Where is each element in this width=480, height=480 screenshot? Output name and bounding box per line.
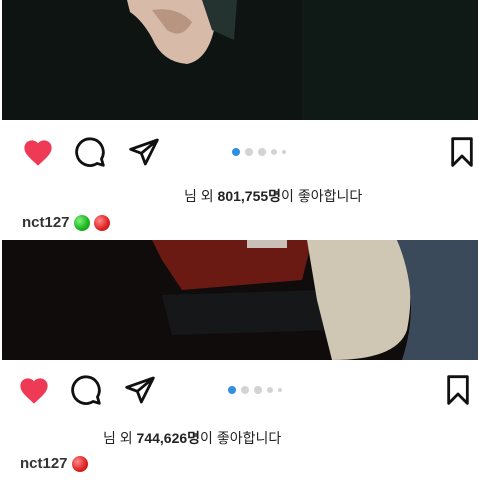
likes-prefix: 님 외 [184, 188, 218, 204]
carousel-dot [271, 149, 277, 155]
carousel-indicator [228, 386, 282, 394]
red-circle-icon [93, 214, 110, 231]
green-circle-icon [73, 214, 90, 231]
carousel-dot [254, 386, 262, 394]
carousel-dot [278, 388, 282, 392]
post-1-caption: nct127 [22, 214, 110, 231]
likes-suffix: 이 좋아합니다 [200, 430, 282, 446]
bookmark-icon[interactable] [442, 132, 480, 172]
carousel-indicator [232, 148, 286, 156]
username[interactable]: nct127 [22, 214, 70, 231]
carousel-dot [232, 148, 240, 156]
carousel-dot [245, 148, 253, 156]
likes-prefix: 님 외 [103, 430, 137, 446]
post-1-photo[interactable] [2, 0, 478, 120]
likes-suffix: 이 좋아합니다 [281, 188, 363, 204]
carousel-dot [282, 150, 286, 154]
heart-icon[interactable] [18, 132, 58, 172]
send-icon[interactable] [120, 370, 160, 410]
post-2-caption: nct127 [20, 455, 88, 472]
carousel-dot [258, 148, 266, 156]
post-2-image [2, 240, 478, 360]
comment-icon[interactable] [70, 132, 110, 172]
comment-icon[interactable] [66, 370, 106, 410]
username[interactable]: nct127 [20, 455, 68, 472]
post-1-action-bar [0, 132, 480, 178]
bookmark-icon[interactable] [438, 370, 478, 410]
post-1-image [2, 0, 478, 120]
post-2-photo[interactable] [2, 240, 478, 360]
carousel-dot [241, 386, 249, 394]
post-2-action-bar [0, 370, 480, 416]
post-1-likes[interactable]: 님 외 801,755명이 좋아합니다 [184, 186, 362, 206]
likes-count: 744,626명 [136, 430, 201, 446]
heart-icon[interactable] [14, 370, 54, 410]
likes-count: 801,755명 [217, 188, 282, 204]
carousel-dot [267, 387, 273, 393]
red-circle-icon [71, 455, 88, 472]
send-icon[interactable] [124, 132, 164, 172]
carousel-dot [228, 386, 236, 394]
post-2-likes[interactable]: 님 외 744,626명이 좋아합니다 [103, 428, 281, 448]
